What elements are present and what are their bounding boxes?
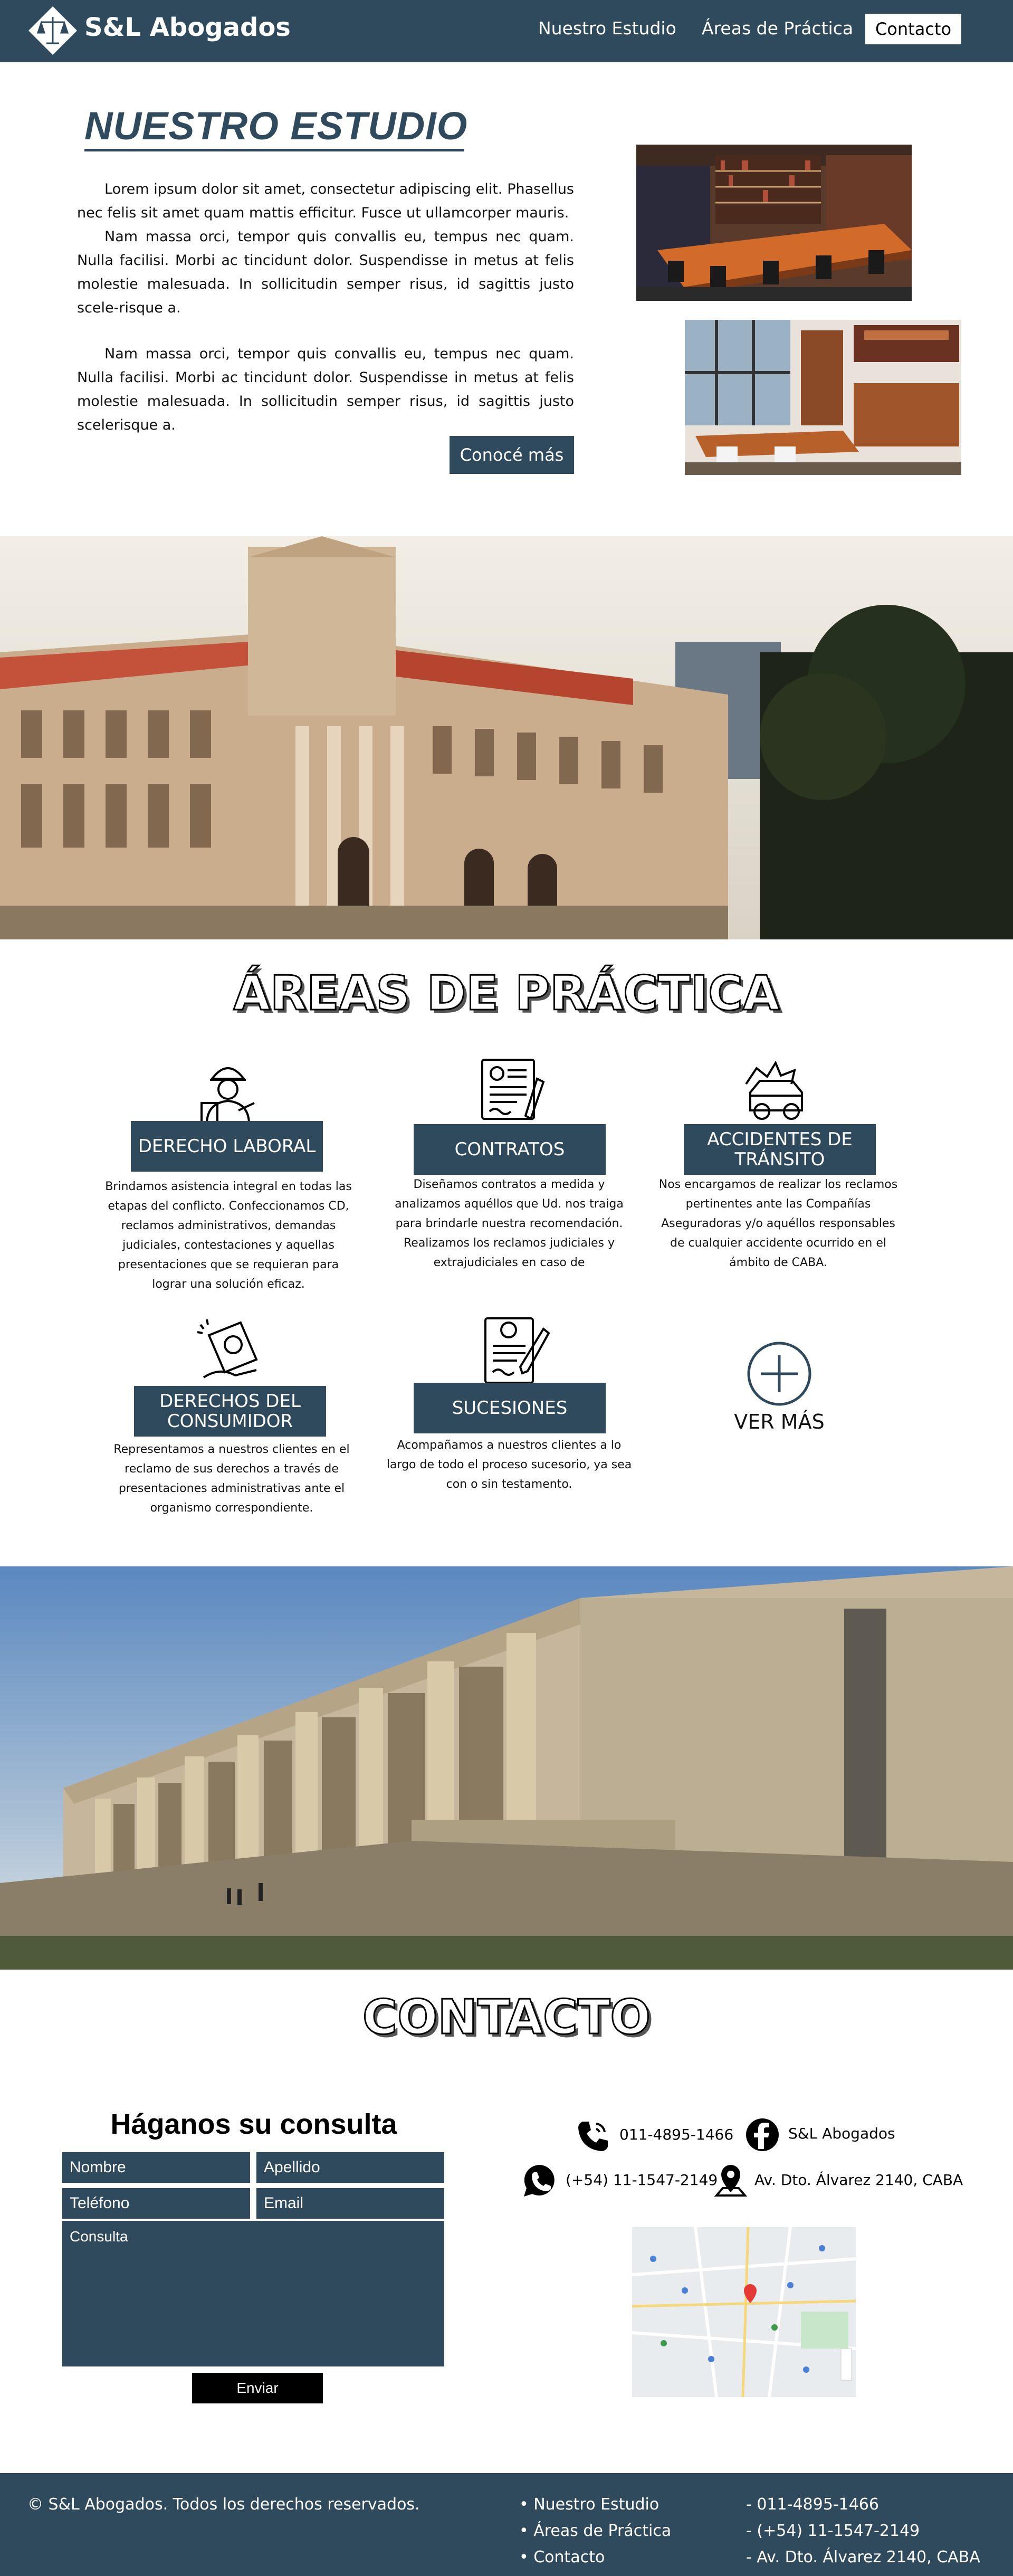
location-icon bbox=[714, 2165, 748, 2197]
title-underline bbox=[84, 149, 464, 151]
whatsapp-number[interactable]: (+54) 11-1547-2149 bbox=[566, 2171, 718, 2189]
nav-nuestro-estudio[interactable]: Nuestro Estudio bbox=[538, 18, 676, 39]
address: Av. Dto. Álvarez 2140, CABA bbox=[754, 2171, 963, 2189]
area-consumidor-desc: Representamos a nuestros clientes en el … bbox=[113, 1443, 350, 1515]
footer-link-nuestro-estudio[interactable]: • Nuestro Estudio bbox=[519, 2495, 659, 2514]
estudio-paragraph-2: Nam massa orci, tempor quis convallis eu… bbox=[77, 229, 574, 316]
estudio-title: NUESTRO ESTUDIO bbox=[84, 104, 468, 148]
nav-contacto[interactable]: Contacto bbox=[865, 14, 961, 44]
estudio-paragraphs: Lorem ipsum dolor sit amet, consectetur … bbox=[77, 177, 574, 320]
estudio-paragraph-3: Nam massa orci, tempor quis convallis eu… bbox=[77, 342, 574, 437]
telefono-field[interactable]: Teléfono bbox=[62, 2188, 250, 2219]
enviar-button[interactable]: Enviar bbox=[192, 2373, 323, 2403]
facebook-name[interactable]: S&L Abogados bbox=[788, 2125, 895, 2142]
contract-icon bbox=[481, 1059, 545, 1120]
estudio-paragraph-3-text: Nam massa orci, tempor quis convallis eu… bbox=[77, 346, 574, 433]
phone-number[interactable]: 011-4895-1466 bbox=[619, 2126, 733, 2143]
site-header: S&L Abogados Nuestro Estudio Áreas de Pr… bbox=[0, 0, 1013, 62]
footer-phone: - 011-4895-1466 bbox=[746, 2495, 879, 2514]
law-faculty-photo bbox=[0, 1566, 1013, 1970]
footer-address: - Av. Dto. Álvarez 2140, CABA bbox=[746, 2548, 980, 2567]
nombre-field[interactable]: Nombre bbox=[62, 2152, 250, 2183]
apellido-field[interactable]: Apellido bbox=[256, 2152, 444, 2183]
conoce-mas-button[interactable]: Conocé más bbox=[450, 436, 574, 474]
area-accidentes-desc: Nos encargamos de realizar los reclamos … bbox=[658, 1178, 898, 1269]
area-sucesiones[interactable]: SUCESIONES bbox=[414, 1383, 606, 1433]
consulta-textarea[interactable]: Consulta bbox=[62, 2221, 444, 2366]
form-title: Háganos su consulta bbox=[110, 2108, 397, 2140]
scales-logo-icon[interactable] bbox=[27, 5, 78, 56]
area-accidentes-de-transito[interactable]: ACCIDENTES DE TRÁNSITO bbox=[684, 1124, 876, 1175]
ver-mas-link[interactable]: VER MÁS bbox=[720, 1410, 839, 1433]
consumer-icon bbox=[197, 1319, 258, 1379]
map-embed[interactable] bbox=[632, 2227, 856, 2397]
contacto-title: CONTACTO bbox=[362, 1989, 652, 2046]
testament-icon bbox=[484, 1317, 550, 1384]
copyright: © S&L Abogados. Todos los derechos reser… bbox=[27, 2495, 420, 2514]
area-derecho-laboral-desc: Brindamos asistencia integral en todas l… bbox=[105, 1180, 352, 1291]
office-photo bbox=[685, 320, 961, 475]
whatsapp-icon bbox=[524, 2164, 555, 2197]
courthouse-photo bbox=[0, 536, 1013, 939]
areas-title: ÁREAS DE PRÁCTICA bbox=[233, 965, 780, 1022]
footer-whatsapp: - (+54) 11-1547-2149 bbox=[746, 2522, 920, 2540]
site-footer: © S&L Abogados. Todos los derechos reser… bbox=[0, 2473, 1013, 2576]
phone-icon bbox=[578, 2122, 608, 2151]
area-derechos-del-consumidor[interactable]: DERECHOS DEL CONSUMIDOR bbox=[134, 1386, 326, 1437]
facebook-icon[interactable] bbox=[745, 2117, 780, 2152]
worker-icon bbox=[200, 1067, 255, 1125]
plus-circle-icon[interactable] bbox=[746, 1341, 813, 1407]
brand-name[interactable]: S&L Abogados bbox=[84, 13, 291, 42]
car-crash-icon bbox=[745, 1060, 803, 1120]
area-sucesiones-desc: Acompañamos a nuestros clientes a lo lar… bbox=[386, 1439, 632, 1491]
area-contratos-desc: Diseñamos contratos a medida y analizamo… bbox=[395, 1178, 624, 1269]
footer-link-areas[interactable]: • Áreas de Práctica bbox=[519, 2522, 671, 2540]
area-derecho-laboral[interactable]: DERECHO LABORAL bbox=[131, 1121, 323, 1172]
meeting-room-photo bbox=[636, 145, 912, 301]
estudio-paragraph-1: Lorem ipsum dolor sit amet, consectetur … bbox=[77, 181, 574, 221]
nav-areas-de-practica[interactable]: Áreas de Práctica bbox=[702, 18, 853, 39]
area-contratos[interactable]: CONTRATOS bbox=[414, 1124, 606, 1175]
footer-link-contacto[interactable]: • Contacto bbox=[519, 2548, 605, 2567]
email-field[interactable]: Email bbox=[256, 2188, 444, 2219]
